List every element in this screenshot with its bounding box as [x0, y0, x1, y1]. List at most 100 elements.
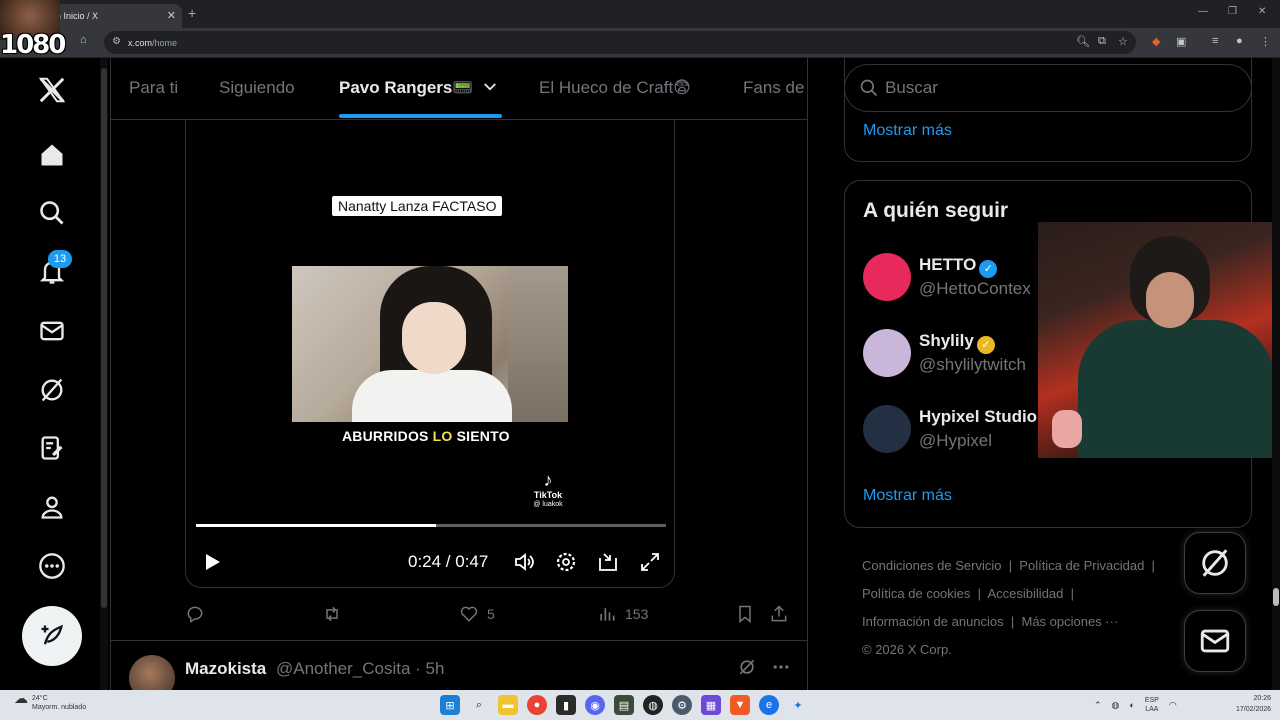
- grok-float-button[interactable]: [1184, 532, 1246, 594]
- like-button[interactable]: 5: [459, 604, 495, 624]
- grok-icon[interactable]: [36, 374, 68, 406]
- language-indicator[interactable]: ESP LAA: [1145, 696, 1159, 714]
- chrome-icon[interactable]: ●: [527, 695, 547, 715]
- show-more-link[interactable]: Mostrar más: [863, 122, 952, 140]
- left-scrollbar[interactable]: [100, 58, 108, 690]
- tab-pavo-rangers[interactable]: Pavo Rangers📟: [339, 78, 474, 98]
- brave-icon[interactable]: ▼: [730, 695, 750, 715]
- right-scrollbar-thumb[interactable]: [1273, 588, 1279, 606]
- suggestion-name[interactable]: Shylily ✓: [919, 331, 995, 354]
- site-info-icon[interactable]: ⚙: [112, 36, 121, 47]
- app-grid-icon[interactable]: ▦: [701, 695, 721, 715]
- media-control-icon[interactable]: ≡: [1212, 35, 1218, 47]
- video-time: 0:24 / 0:47: [408, 552, 489, 571]
- suggestion-name[interactable]: Hypixel Studio: [919, 407, 1037, 427]
- views-button[interactable]: 153: [597, 604, 648, 624]
- obs-icon[interactable]: ◍: [643, 695, 663, 715]
- volume-icon[interactable]: [512, 550, 536, 579]
- suggestion-handle: @Hypixel: [919, 431, 992, 450]
- video-progress-bar[interactable]: [196, 524, 666, 527]
- view-count: 153: [625, 606, 649, 622]
- left-scrollbar-thumb[interactable]: [101, 68, 107, 608]
- privacy-link[interactable]: Política de Privacidad: [1019, 558, 1144, 573]
- settings-icon[interactable]: ⚙: [672, 695, 692, 715]
- avatar[interactable]: [863, 329, 911, 377]
- translate-icon[interactable]: ⧉: [1098, 35, 1106, 48]
- suggestion-name[interactable]: HETTO ✓: [919, 255, 998, 278]
- repost-button[interactable]: [322, 604, 342, 624]
- extension-icon[interactable]: ◆: [1152, 35, 1160, 48]
- video-frame[interactable]: [292, 266, 568, 422]
- profile-avatar-icon[interactable]: ●: [1236, 35, 1243, 47]
- right-scrollbar[interactable]: [1272, 58, 1280, 690]
- author-name[interactable]: Mazokista: [185, 659, 266, 679]
- bookmark-icon: [739, 605, 751, 624]
- network-app-icon[interactable]: ✦: [788, 695, 808, 715]
- browser-menu-icon[interactable]: ⋮: [1260, 35, 1271, 48]
- wifi-icon[interactable]: ◠: [1169, 700, 1177, 711]
- terminal-icon[interactable]: ▮: [556, 695, 576, 715]
- extensions-puzzle-icon[interactable]: ▣: [1176, 35, 1186, 48]
- ads-info-link[interactable]: Información de anuncios: [862, 614, 1004, 629]
- weather-widget[interactable]: ☁ 24°C Mayorm. nublado: [8, 691, 86, 712]
- tray-app-icon[interactable]: ◍: [1112, 700, 1120, 711]
- more-options-link[interactable]: Más opciones ···: [1021, 614, 1118, 629]
- clock[interactable]: 20:26 17/02/2026: [1236, 693, 1271, 715]
- messages-float-button[interactable]: [1184, 610, 1246, 672]
- file-explorer-icon[interactable]: ▬: [498, 695, 518, 715]
- play-icon[interactable]: [200, 550, 224, 579]
- maximize-button[interactable]: ❐: [1228, 6, 1237, 17]
- bookmark-button[interactable]: [735, 604, 755, 624]
- lists-icon[interactable]: [36, 432, 68, 464]
- tab-el-hueco-de-craft[interactable]: El Hueco de Craft😨: [539, 78, 691, 98]
- chevron-down-icon[interactable]: [481, 78, 499, 101]
- close-window-button[interactable]: ✕: [1258, 6, 1266, 17]
- next-post[interactable]: Mazokista @Another_Cosita · 5h: [111, 641, 807, 690]
- browser-tab[interactable]: ) Inicio / X ✕: [50, 4, 182, 28]
- more-icon[interactable]: [36, 550, 68, 582]
- edge-icon[interactable]: e: [759, 695, 779, 715]
- more-options-icon[interactable]: [771, 657, 791, 682]
- terms-link[interactable]: Condiciones de Servicio: [862, 558, 1001, 573]
- accessibility-link[interactable]: Accesibilidad: [988, 586, 1064, 601]
- tab-fans-de[interactable]: Fans de: [743, 78, 804, 98]
- heart-icon: [460, 606, 478, 622]
- footer-links: Condiciones de Servicio | Política de Pr…: [862, 558, 1155, 657]
- messages-icon[interactable]: [36, 315, 68, 347]
- home-browser-icon[interactable]: ⌂: [80, 34, 87, 46]
- settings-gear-icon[interactable]: [554, 550, 578, 579]
- tray-arrow-icon[interactable]: ⌃: [1094, 700, 1102, 711]
- zoom-icon[interactable]: 🔍︎: [1076, 35, 1090, 48]
- author-handle[interactable]: @Another_Cosita · 5h: [276, 659, 444, 679]
- share-button[interactable]: [769, 604, 789, 624]
- tab-siguiendo[interactable]: Siguiendo: [219, 78, 295, 98]
- bookmark-star-icon[interactable]: ☆: [1118, 35, 1128, 48]
- tab-close-icon[interactable]: ✕: [167, 9, 176, 22]
- search-input[interactable]: Buscar: [844, 64, 1252, 112]
- explore-icon[interactable]: [36, 197, 68, 229]
- dock-video-icon[interactable]: [596, 550, 620, 579]
- new-tab-button[interactable]: +: [188, 5, 196, 21]
- tray-app-icon-2[interactable]: ◐: [1129, 700, 1134, 710]
- minimize-button[interactable]: —: [1198, 6, 1208, 17]
- discord-icon[interactable]: ◉: [585, 695, 605, 715]
- grok-icon[interactable]: [737, 657, 757, 682]
- tab-para-ti[interactable]: Para ti: [129, 78, 178, 98]
- start-icon[interactable]: ⊞: [440, 695, 460, 715]
- app-icon[interactable]: ▤: [614, 695, 634, 715]
- search-icon[interactable]: ⌕: [469, 695, 489, 715]
- fullscreen-icon[interactable]: [638, 550, 662, 579]
- cookies-link[interactable]: Política de cookies: [862, 586, 970, 601]
- avatar[interactable]: [863, 405, 911, 453]
- avatar[interactable]: [129, 655, 175, 690]
- x-logo-icon[interactable]: [36, 74, 68, 106]
- show-more-link[interactable]: Mostrar más: [863, 487, 952, 505]
- home-icon[interactable]: [36, 139, 68, 171]
- video-player[interactable]: Nanatty Lanza FACTASO ABURRIDOS LO SIENT…: [185, 120, 675, 588]
- resolution-tag: 1080: [0, 30, 66, 60]
- address-bar[interactable]: ⚙ x.com/home: [104, 31, 1136, 54]
- post-button[interactable]: [22, 606, 82, 666]
- reply-button[interactable]: [185, 604, 205, 624]
- profile-icon[interactable]: [36, 491, 68, 523]
- avatar[interactable]: [863, 253, 911, 301]
